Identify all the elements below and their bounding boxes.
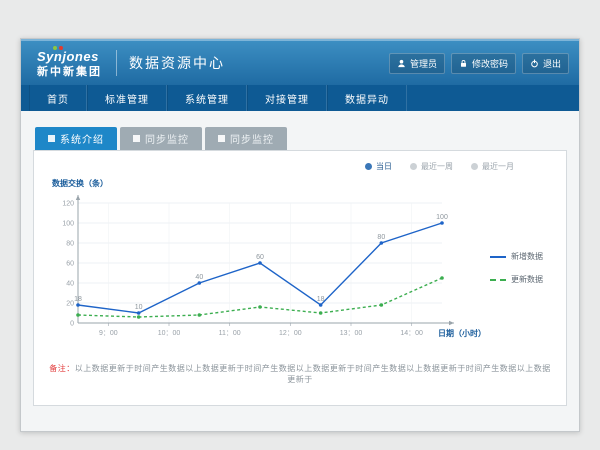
y-axis-title: 数据交换（条）: [52, 178, 552, 189]
power-icon: [530, 59, 539, 68]
header-divider: [116, 50, 117, 76]
svg-text:10: 10: [135, 304, 143, 311]
line-chart: 0 20 40 60 80 100 120 9：00 10：00 11：00 12：00 13：00 1…: [48, 189, 488, 347]
footnote-text: 以上数据更新于时间产生数据以上数据更新于时间产生数据以上数据更新于时间产生数据以…: [75, 364, 551, 384]
tab-system-intro-label: 系统介绍: [60, 131, 104, 146]
filter-last-month-label: 最近一月: [482, 161, 514, 172]
filter-today-label: 当日: [376, 161, 392, 172]
svg-text:13：00: 13：00: [340, 330, 363, 337]
header-actions: 管理员 修改密码 退出: [383, 53, 569, 74]
nav-item-system-mgmt[interactable]: 系统管理: [167, 85, 247, 111]
logo-dot-red-icon: [59, 46, 63, 50]
nav-item-connection-mgmt[interactable]: 对接管理: [247, 85, 327, 111]
svg-text:日期（小时）: 日期（小时）: [438, 328, 486, 338]
filter-last-week[interactable]: 最近一周: [410, 161, 453, 172]
legend-new-data-label: 新增数据: [511, 251, 543, 262]
content-area: 系统介绍 同步监控 同步监控 当日: [21, 111, 579, 431]
app-title: 数据资源中心: [129, 53, 225, 73]
svg-text:100: 100: [62, 221, 74, 228]
tab-sync-monitor-1[interactable]: 同步监控: [120, 127, 202, 150]
series-legend: 新增数据 更新数据: [490, 251, 543, 285]
dashed-line-icon: [490, 279, 506, 281]
nav-item-data-change[interactable]: 数据异动: [327, 85, 407, 111]
footnote-label: 备注：: [49, 364, 75, 373]
chart-row: 0 20 40 60 80 100 120 9：00 10：00 11：00 12：00 13：00 1…: [48, 189, 552, 347]
filter-last-week-label: 最近一周: [421, 161, 453, 172]
filter-last-month[interactable]: 最近一月: [471, 161, 514, 172]
app-window: Synjones 新中新集团 数据资源中心 管理员: [20, 38, 580, 432]
logout-button[interactable]: 退出: [522, 53, 569, 74]
svg-text:120: 120: [62, 201, 74, 208]
logout-label: 退出: [543, 57, 561, 70]
svg-text:0: 0: [70, 321, 74, 328]
svg-text:80: 80: [377, 234, 385, 241]
nav-item-home[interactable]: 首页: [29, 85, 87, 111]
tab-sync-monitor-1-label: 同步监控: [145, 131, 189, 146]
svg-text:10：00: 10：00: [158, 330, 181, 337]
svg-text:14：00: 14：00: [400, 330, 423, 337]
brand-logo-text: Synjones: [37, 50, 102, 63]
svg-text:80: 80: [66, 241, 74, 248]
radio-dot-icon: [365, 163, 372, 170]
legend-update-data[interactable]: 更新数据: [490, 274, 543, 285]
change-password-button[interactable]: 修改密码: [451, 53, 516, 74]
tab-bar: 系统介绍 同步监控 同步监控: [33, 127, 567, 150]
tab-grid-icon: [48, 135, 55, 142]
legend-new-data[interactable]: 新增数据: [490, 251, 543, 262]
app-header: Synjones 新中新集团 数据资源中心 管理员: [21, 39, 579, 85]
svg-text:40: 40: [195, 274, 203, 281]
tab-system-intro[interactable]: 系统介绍: [35, 127, 117, 150]
admin-user-label: 管理员: [410, 57, 437, 70]
main-nav: 首页 标准管理 系统管理 对接管理 数据异动: [21, 85, 579, 111]
legend-update-data-label: 更新数据: [511, 274, 543, 285]
tab-grid-icon: [133, 135, 140, 142]
brand-logo-wordmark: Synjones: [37, 49, 99, 64]
svg-text:60: 60: [256, 254, 264, 261]
svg-text:9：00: 9：00: [99, 330, 118, 337]
lock-icon: [459, 59, 468, 68]
svg-text:40: 40: [66, 281, 74, 288]
footnote: 备注：以上数据更新于时间产生数据以上数据更新于时间产生数据以上数据更新于时间产生…: [48, 363, 552, 385]
change-password-label: 修改密码: [472, 57, 508, 70]
svg-text:18: 18: [74, 296, 82, 303]
svg-text:20: 20: [66, 301, 74, 308]
solid-line-icon: [490, 256, 506, 258]
tab-grid-icon: [218, 135, 225, 142]
brand-logo-subtext: 新中新集团: [37, 67, 102, 78]
svg-text:100: 100: [436, 214, 448, 221]
time-filter-legend: 当日 最近一周 最近一月: [48, 161, 514, 172]
tab-sync-monitor-2[interactable]: 同步监控: [205, 127, 287, 150]
radio-dot-icon: [410, 163, 417, 170]
svg-text:18: 18: [317, 296, 325, 303]
brand-logo: Synjones 新中新集团: [31, 48, 106, 78]
svg-text:12：00: 12：00: [279, 330, 302, 337]
svg-text:11：00: 11：00: [219, 330, 241, 337]
nav-item-standard-mgmt[interactable]: 标准管理: [87, 85, 167, 111]
logo-dot-green-icon: [53, 46, 57, 50]
radio-dot-icon: [471, 163, 478, 170]
chart-panel: 当日 最近一周 最近一月 数据交换（条） 0 20 40 60 80 100 120 9：00…: [33, 150, 567, 406]
user-icon: [397, 59, 406, 68]
filter-today[interactable]: 当日: [365, 161, 392, 172]
admin-user-button[interactable]: 管理员: [389, 53, 445, 74]
tab-sync-monitor-2-label: 同步监控: [230, 131, 274, 146]
svg-text:60: 60: [66, 261, 74, 268]
